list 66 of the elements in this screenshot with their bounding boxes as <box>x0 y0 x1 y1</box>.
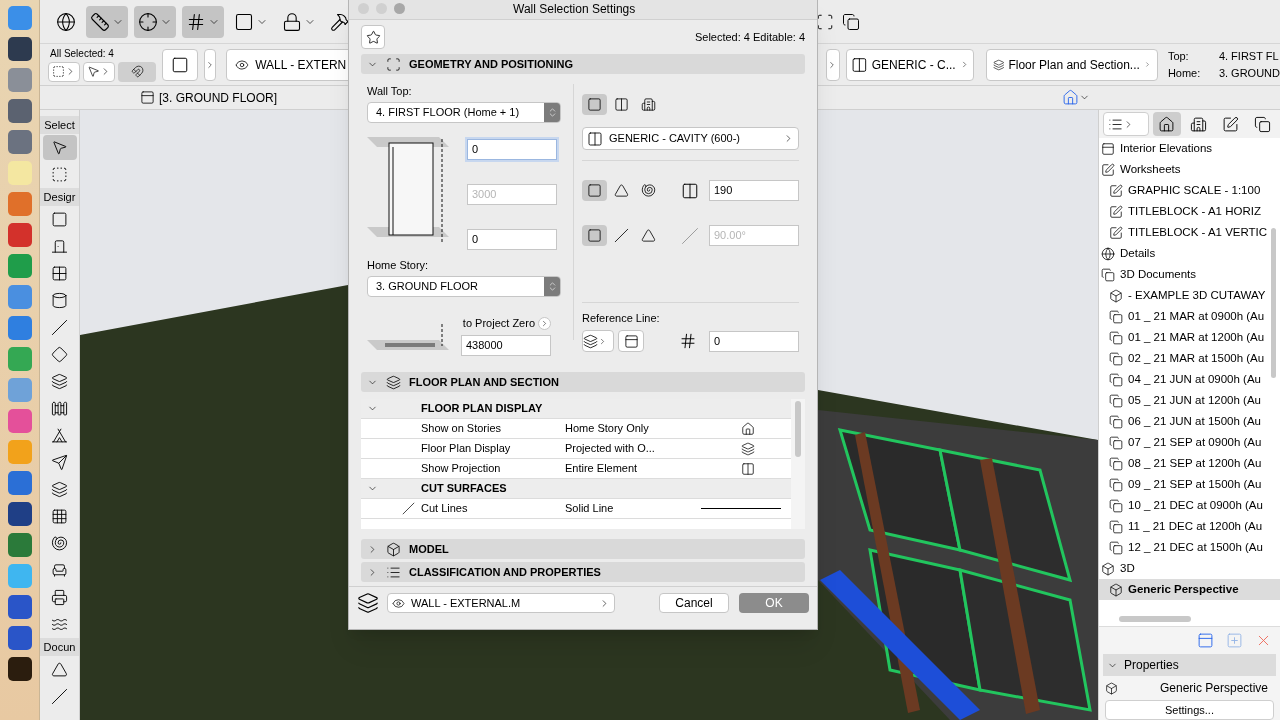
window-title: Wall Selection Settings <box>513 0 636 18</box>
navigator-item[interactable]: 04 _ 21 JUN at 0900h (Au <box>1099 369 1280 390</box>
floor-plan-selector[interactable]: Floor Plan and Section... <box>985 48 1158 81</box>
navigator-item[interactable]: 3D Documents <box>1099 264 1280 285</box>
navigator-item[interactable]: Details <box>1099 243 1280 264</box>
property-value: Generic Perspective <box>1159 680 1269 697</box>
project-zero-field[interactable]: 438000 <box>461 334 551 356</box>
section-header[interactable]: MODEL <box>361 539 805 559</box>
navigator-item[interactable]: GRAPHIC SCALE - 1:100 <box>1099 180 1280 201</box>
properties-header[interactable]: Properties <box>1103 654 1276 676</box>
structure-selector[interactable]: GENERIC - CAVITY (600-) <box>582 127 799 150</box>
toolbox-section-label: Select <box>40 116 79 134</box>
wall-top-dropdown[interactable]: 4. FIRST FLOOR (Home + 1) <box>367 102 561 123</box>
navigator-item[interactable]: - EXAMPLE 3D CUTAWAY <box>1099 285 1280 306</box>
navigator-item[interactable]: 08 _ 21 SEP at 1200h (Au <box>1099 453 1280 474</box>
structure-selector[interactable]: GENERIC - C... <box>845 48 974 81</box>
reference-offset-field[interactable]: 0 <box>709 330 799 352</box>
story-value: 4. FIRST FL <box>1218 49 1279 63</box>
navigator-item[interactable]: 09 _ 21 SEP at 1500h (Au <box>1099 474 1280 495</box>
navigator-item[interactable]: 01 _ 21 MAR at 1200h (Au <box>1099 327 1280 348</box>
group-row[interactable]: FLOOR PLAN DISPLAY <box>361 399 791 419</box>
section-header[interactable]: FLOOR PLAN AND SECTION <box>361 372 805 392</box>
story-label: Home: <box>1167 66 1202 80</box>
thickness-field[interactable]: 190 <box>709 180 799 201</box>
field-label: Wall Top: <box>367 84 413 98</box>
view-tab[interactable]: [3. GROUND FLOOR] <box>140 88 277 107</box>
navigator-item[interactable]: 10 _ 21 DEC at 0900h (Au <box>1099 495 1280 516</box>
setting-name: Cut Lines <box>421 501 469 517</box>
navigator-item[interactable]: Worksheets <box>1099 159 1280 180</box>
navigator-item[interactable]: Generic Perspective <box>1099 579 1280 600</box>
setting-name: Floor Plan Display <box>421 441 512 457</box>
navigator-item[interactable]: 07 _ 21 SEP at 0900h (Au <box>1099 432 1280 453</box>
navigator-item[interactable]: 06 _ 21 JUN at 1500h (Au <box>1099 411 1280 432</box>
section-header[interactable]: GEOMETRY AND POSITIONING <box>361 54 805 74</box>
story-value: 3. GROUND <box>1218 66 1280 80</box>
settings-button[interactable]: Settings... <box>1105 700 1274 720</box>
group-row[interactable]: CUT SURFACES <box>361 479 791 499</box>
field-label: Home Story: <box>367 258 430 272</box>
navigator-item[interactable]: Interior Elevations <box>1099 138 1280 159</box>
setting-value[interactable]: Projected with O... <box>565 440 701 457</box>
home-story-dropdown[interactable]: 3. GROUND FLOOR <box>367 276 561 297</box>
navigator-item[interactable]: 3D <box>1099 558 1280 579</box>
navigator-item[interactable]: 01 _ 21 MAR at 0900h (Au <box>1099 306 1280 327</box>
navigator-item[interactable]: 05 _ 21 JUN at 1200h (Au <box>1099 390 1280 411</box>
setting-name: Show on Stories <box>421 421 503 437</box>
setting-value[interactable]: Solid Line <box>565 500 701 517</box>
setting-value[interactable]: Home Story Only <box>565 420 701 437</box>
toolbox-section-label: Desigr <box>40 188 79 206</box>
top-offset-field[interactable]: 0 <box>467 139 557 160</box>
selection-status: Selected: 4 Editable: 4 <box>694 29 805 45</box>
field-label: to Project Zero <box>462 316 535 331</box>
navigator-item[interactable]: 12 _ 21 DEC at 1500h (Au <box>1099 537 1280 558</box>
navigator-item[interactable]: 11 _ 21 DEC at 1200h (Au <box>1099 516 1280 537</box>
field-label: Reference Line: <box>582 311 661 325</box>
story-label: Top: <box>1167 49 1190 63</box>
navigator-item[interactable]: TITLEBLOCK - A1 VERTIC <box>1099 222 1280 243</box>
toolbox-section-label: Docun <box>40 638 79 656</box>
selection-count: All Selected: 4 <box>50 47 115 60</box>
setting-name: Show Projection <box>421 461 502 477</box>
cancel-button[interactable]: Cancel <box>659 593 729 613</box>
setting-value[interactable]: Entire Element <box>565 460 701 477</box>
section-header[interactable]: CLASSIFICATION AND PROPERTIES <box>361 562 805 582</box>
navigator-item[interactable]: 02 _ 21 MAR at 1500h (Au <box>1099 348 1280 369</box>
bottom-offset-field[interactable]: 0 <box>467 229 557 250</box>
layer-selector[interactable]: WALL - EXTERNAL.M <box>387 593 615 613</box>
navigator-item[interactable]: TITLEBLOCK - A1 HORIZ <box>1099 201 1280 222</box>
